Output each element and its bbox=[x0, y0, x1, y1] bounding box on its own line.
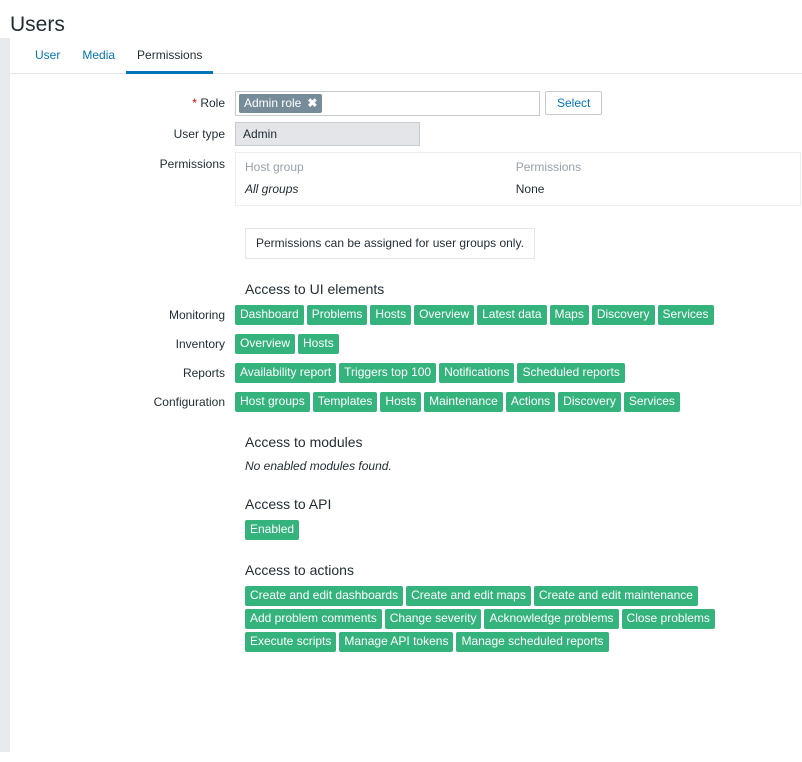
role-label: * Role bbox=[10, 91, 235, 115]
permission-badge: Discovery bbox=[591, 305, 655, 325]
status-badge: Enabled bbox=[245, 520, 300, 540]
ui-group-inventory-badges: Overview Hosts bbox=[235, 334, 802, 354]
permission-badge: Close problems bbox=[621, 609, 715, 629]
tab-user[interactable]: User bbox=[24, 48, 71, 74]
role-chip[interactable]: Admin role ✖ bbox=[239, 94, 323, 113]
ui-group-reports: Reports Availability report Triggers top … bbox=[10, 363, 802, 383]
role-multiselect[interactable]: Admin role ✖ bbox=[235, 91, 540, 116]
permissions-form: * Role Admin role ✖ Select User type Adm… bbox=[10, 74, 802, 652]
permission-badge: Acknowledge problems bbox=[484, 609, 619, 629]
role-multiselect-wrap: Admin role ✖ Select bbox=[235, 91, 802, 116]
user-type-field: Admin bbox=[235, 122, 802, 146]
permission-badge: Latest data bbox=[477, 305, 547, 325]
permission-badge: Hosts bbox=[370, 305, 412, 325]
permission-badge: Availability report bbox=[235, 363, 337, 383]
permission-badge: Manage API tokens bbox=[339, 632, 454, 652]
permission-badge: Overview bbox=[414, 305, 475, 325]
ui-group-monitoring: Monitoring Dashboard Problems Hosts Overvie… bbox=[10, 305, 802, 325]
actions-title: Access to actions bbox=[245, 562, 354, 578]
permission-badge: Manage scheduled reports bbox=[456, 632, 609, 652]
notice-wrap: Permissions can be assigned for user gro… bbox=[10, 212, 802, 259]
ui-group-configuration-badges: Host groups Templates Hosts Maintenance Acti… bbox=[235, 392, 802, 412]
permissions-table: Host group Permissions All groups None bbox=[235, 152, 801, 206]
cell-permission: None bbox=[515, 182, 545, 196]
column-permissions: Permissions bbox=[515, 160, 582, 174]
permission-badge: Hosts bbox=[298, 334, 339, 354]
permissions-label: Permissions bbox=[159, 157, 225, 171]
page-title: Users bbox=[10, 13, 65, 36]
required-asterisk: * bbox=[192, 96, 197, 110]
permissions-table-header: Host group Permissions bbox=[236, 153, 800, 180]
permission-badge: Templates bbox=[312, 392, 378, 412]
ui-group-configuration-label: Configuration bbox=[153, 395, 225, 409]
permissions-notice: Permissions can be assigned for user gro… bbox=[245, 228, 535, 259]
cell-host-group: All groups bbox=[245, 182, 299, 196]
api-section: Access to API Enabled bbox=[10, 495, 802, 540]
ui-group-configuration: Configuration Host groups Templates Hosts M… bbox=[10, 392, 802, 412]
modules-title: Access to modules bbox=[245, 434, 363, 450]
select-role-button[interactable]: Select bbox=[545, 91, 603, 115]
actions-section: Access to actions Create and edit dashbo… bbox=[10, 561, 802, 652]
modules-empty-text: No enabled modules found. bbox=[245, 459, 392, 473]
role-label-text: Role bbox=[200, 96, 225, 110]
permissions-row: Permissions Host group Permissions All g… bbox=[10, 152, 802, 206]
permissions-card: User Media Permissions * Role Admin role… bbox=[10, 38, 802, 752]
ui-group-inventory-label: Inventory bbox=[175, 337, 225, 351]
permission-badge: Change severity bbox=[384, 609, 482, 629]
ui-group-reports-label: Reports bbox=[182, 366, 225, 380]
permission-badge: Dashboard bbox=[235, 305, 304, 325]
user-type-label: User type bbox=[173, 127, 225, 141]
permission-badge: Hosts bbox=[380, 392, 422, 412]
column-host-group: Host group bbox=[245, 160, 304, 174]
permission-badge: Triggers top 100 bbox=[339, 363, 437, 383]
tab-bar: User Media Permissions bbox=[10, 38, 802, 74]
permission-badge: Scheduled reports bbox=[517, 363, 625, 383]
user-type-value: Admin bbox=[235, 122, 420, 146]
actions-badges: Create and edit dashboards Create and edi… bbox=[245, 586, 765, 652]
user-type-row: User type Admin bbox=[10, 122, 802, 146]
ui-group-inventory: Inventory Overview Hosts bbox=[10, 334, 802, 354]
permission-badge: Host groups bbox=[235, 392, 310, 412]
permission-badge: Create and edit dashboards bbox=[245, 586, 404, 606]
permission-badge: Services bbox=[657, 305, 714, 325]
permission-badge: Discovery bbox=[558, 392, 621, 412]
permission-badge: Maps bbox=[549, 305, 589, 325]
permission-badge: Actions bbox=[505, 392, 556, 412]
permissions-field: Host group Permissions All groups None bbox=[235, 152, 802, 206]
role-row: * Role Admin role ✖ Select bbox=[10, 91, 802, 116]
api-status-wrap: Enabled bbox=[245, 520, 802, 540]
permission-badge: Create and edit maps bbox=[406, 586, 531, 606]
tab-permissions[interactable]: Permissions bbox=[126, 48, 214, 74]
ui-elements-section: Access to UI elements bbox=[10, 280, 802, 298]
close-icon[interactable]: ✖ bbox=[307, 97, 317, 109]
permission-badge: Create and edit maintenance bbox=[533, 586, 698, 606]
permission-badge: Execute scripts bbox=[245, 632, 337, 652]
ui-group-reports-badges: Availability report Triggers top 100 Notif… bbox=[235, 363, 802, 383]
permission-badge: Add problem comments bbox=[245, 609, 382, 629]
ui-group-monitoring-badges: Dashboard Problems Hosts Overview Latest dat… bbox=[235, 305, 802, 325]
permission-badge: Services bbox=[623, 392, 680, 412]
ui-elements-title: Access to UI elements bbox=[245, 281, 385, 297]
permission-badge: Overview bbox=[235, 334, 296, 354]
api-title: Access to API bbox=[245, 496, 332, 512]
table-row: All groups None bbox=[236, 180, 800, 205]
tab-media[interactable]: Media bbox=[71, 48, 126, 74]
ui-group-monitoring-label: Monitoring bbox=[168, 308, 225, 322]
permission-badge: Problems bbox=[306, 305, 368, 325]
permission-badge: Notifications bbox=[439, 363, 515, 383]
page-background: User Media Permissions * Role Admin role… bbox=[0, 38, 802, 752]
modules-section: Access to modules No enabled modules fou… bbox=[10, 433, 802, 474]
role-chip-label: Admin role bbox=[244, 96, 302, 110]
role-field: Admin role ✖ Select bbox=[235, 91, 802, 116]
permission-badge: Maintenance bbox=[424, 392, 503, 412]
